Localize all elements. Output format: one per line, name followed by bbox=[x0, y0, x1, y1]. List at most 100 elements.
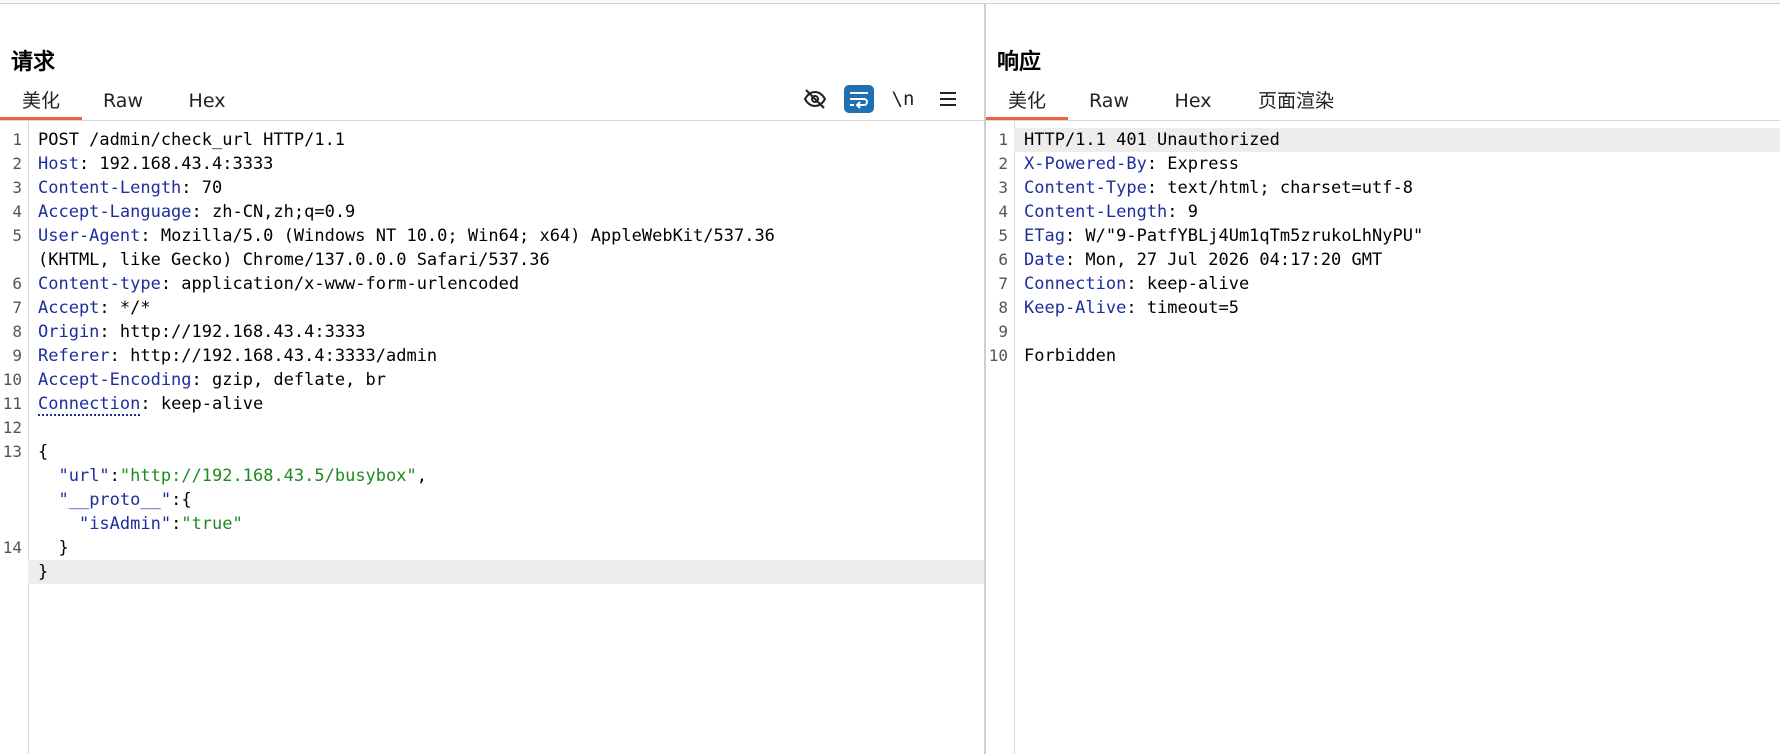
header-value: : gzip, deflate, br bbox=[191, 370, 386, 390]
header-value: : 192.168.43.4:3333 bbox=[78, 154, 274, 174]
line-number: 13 bbox=[2, 442, 22, 461]
line-number: 5 bbox=[12, 226, 22, 245]
code-line[interactable]: 11 Connection: keep-alive bbox=[3, 392, 984, 416]
json-separator: : bbox=[171, 514, 182, 534]
header-key: Host bbox=[38, 154, 79, 174]
code-line[interactable]: 9 Referer: http://192.168.43.4:3333/admin bbox=[12, 344, 984, 368]
line-number: 10 bbox=[2, 370, 22, 389]
code-line[interactable]: 3 Content-Length: 70 bbox=[12, 176, 984, 200]
code-line[interactable]: 9 bbox=[998, 320, 1780, 344]
header-key: Connection bbox=[38, 394, 141, 416]
show-newlines-toggle[interactable]: \n bbox=[887, 84, 919, 114]
newline-label: \n bbox=[891, 88, 915, 110]
code-line[interactable]: 7 Accept: */* bbox=[12, 296, 984, 320]
hide-non-printable-icon[interactable] bbox=[799, 84, 831, 114]
json-separator: : bbox=[109, 466, 120, 486]
json-separator: : bbox=[171, 490, 182, 510]
code-line[interactable]: 14 } bbox=[3, 536, 984, 560]
line-number: 9 bbox=[12, 346, 22, 365]
word-wrap-icon[interactable] bbox=[844, 85, 874, 113]
code-line[interactable]: 3 Content-Type: text/html; charset=utf-8 bbox=[998, 176, 1780, 200]
request-tabs: 美化 Raw Hex bbox=[0, 82, 250, 120]
request-editor[interactable]: 1 POST /admin/check_url HTTP/1.1 2 Host: 19… bbox=[0, 121, 984, 754]
line-number: 1 bbox=[998, 130, 1008, 149]
line-number: 6 bbox=[12, 274, 22, 293]
response-tab-hex[interactable]: Hex bbox=[1150, 82, 1236, 120]
header-value: : keep-alive bbox=[140, 394, 264, 414]
line-number: 11 bbox=[2, 394, 22, 413]
header-key: Accept-Encoding bbox=[38, 370, 192, 390]
line-text: } bbox=[38, 562, 49, 582]
header-value: : http://192.168.43.4:3333 bbox=[99, 322, 366, 342]
header-value: : 9 bbox=[1167, 202, 1199, 222]
header-value: : keep-alive bbox=[1126, 274, 1250, 294]
line-number: 8 bbox=[998, 298, 1008, 317]
response-tab-render[interactable]: 页面渲染 bbox=[1236, 82, 1356, 120]
header-value: : Mon, 27 Jul 2026 04:17:20 GMT bbox=[1064, 250, 1383, 270]
code-line[interactable]: 5 User-Agent: Mozilla/5.0 (Windows NT 10.… bbox=[12, 224, 984, 248]
code-line[interactable]: 1 HTTP/1.1 401 Unauthorized bbox=[998, 128, 1780, 152]
header-key: Content-type bbox=[38, 274, 161, 294]
code-line[interactable]: "url":"http://192.168.43.5/busybox", bbox=[28, 464, 984, 488]
header-key: Keep-Alive bbox=[1024, 298, 1127, 318]
request-tab-hex[interactable]: Hex bbox=[164, 82, 250, 120]
code-line[interactable]: 4 Accept-Language: zh-CN,zh;q=0.9 bbox=[12, 200, 984, 224]
response-tab-raw[interactable]: Raw bbox=[1068, 82, 1150, 120]
header-value: : http://192.168.43.4:3333/admin bbox=[109, 346, 438, 366]
header-value: : zh-CN,zh;q=0.9 bbox=[191, 202, 356, 222]
code-line[interactable]: 2 Host: 192.168.43.4:3333 bbox=[12, 152, 984, 176]
response-pane: 响应 美化 Raw Hex 页面渲染 1 HTTP/1.1 401 Unautho… bbox=[986, 4, 1780, 754]
code-line[interactable]: 10 Forbidden bbox=[989, 344, 1780, 368]
line-text: } bbox=[38, 538, 69, 558]
request-code[interactable]: 1 POST /admin/check_url HTTP/1.1 2 Host: 19… bbox=[3, 128, 984, 584]
code-line[interactable]: 7 Connection: keep-alive bbox=[998, 272, 1780, 296]
request-tab-pretty[interactable]: 美化 bbox=[0, 82, 82, 120]
code-line[interactable]: (KHTML, like Gecko) Chrome/137.0.0.0 Saf… bbox=[28, 248, 984, 272]
request-tab-raw[interactable]: Raw bbox=[82, 82, 164, 120]
line-text: HTTP/1.1 401 Unauthorized bbox=[1024, 130, 1280, 150]
code-line[interactable]: "__proto__":{ bbox=[28, 488, 984, 512]
code-line[interactable]: 1 POST /admin/check_url HTTP/1.1 bbox=[12, 128, 984, 152]
code-line[interactable]: 2 X-Powered-By: Express bbox=[998, 152, 1780, 176]
line-number: 3 bbox=[12, 178, 22, 197]
code-line[interactable]: } bbox=[28, 560, 984, 584]
header-value: : W/"9-PatfYBLj4Um1qTm5zrukoLhNyPU" bbox=[1064, 226, 1424, 246]
header-key: Accept-Language bbox=[38, 202, 192, 222]
code-line[interactable]: "isAdmin":"true" bbox=[28, 512, 984, 536]
code-line[interactable]: 6 Content-type: application/x-www-form-ur… bbox=[12, 272, 984, 296]
line-number: 7 bbox=[998, 274, 1008, 293]
line-number: 2 bbox=[998, 154, 1008, 173]
line-number: 5 bbox=[998, 226, 1008, 245]
menu-icon[interactable] bbox=[932, 84, 964, 114]
header-value: : Express bbox=[1146, 154, 1239, 174]
code-line[interactable]: 8 Origin: http://192.168.43.4:3333 bbox=[12, 320, 984, 344]
code-line[interactable]: 5 ETag: W/"9-PatfYBLj4Um1qTm5zrukoLhNyPU" bbox=[998, 224, 1780, 248]
header-key: Date bbox=[1024, 250, 1065, 270]
header-key: Content-Length bbox=[38, 178, 182, 198]
line-text: POST /admin/check_url HTTP/1.1 bbox=[38, 130, 346, 150]
header-key: "url" bbox=[58, 466, 110, 486]
code-line[interactable]: 8 Keep-Alive: timeout=5 bbox=[998, 296, 1780, 320]
line-text: { bbox=[38, 442, 49, 462]
line-number: 1 bbox=[12, 130, 22, 149]
code-line[interactable]: 10 Accept-Encoding: gzip, deflate, br bbox=[3, 368, 984, 392]
response-code[interactable]: 1 HTTP/1.1 401 Unauthorized 2 X-Powered-By:… bbox=[989, 128, 1780, 368]
code-line[interactable]: 12 bbox=[3, 416, 984, 440]
code-line[interactable]: 13 { bbox=[3, 440, 984, 464]
header-value: : text/html; charset=utf-8 bbox=[1146, 178, 1413, 198]
line-number: 6 bbox=[998, 250, 1008, 269]
header-key: "__proto__" bbox=[58, 490, 172, 510]
response-title: 响应 bbox=[997, 50, 1042, 75]
code-line[interactable]: 4 Content-Length: 9 bbox=[998, 200, 1780, 224]
header-value: : timeout=5 bbox=[1126, 298, 1239, 318]
line-number: 10 bbox=[988, 346, 1008, 365]
json-string: "true" bbox=[181, 514, 243, 534]
code-line[interactable]: 6 Date: Mon, 27 Jul 2026 04:17:20 GMT bbox=[998, 248, 1780, 272]
request-editor-toolbar: \n bbox=[786, 84, 964, 114]
response-tab-pretty[interactable]: 美化 bbox=[986, 82, 1068, 120]
response-editor[interactable]: 1 HTTP/1.1 401 Unauthorized 2 X-Powered-By:… bbox=[986, 121, 1780, 754]
header-value: : Mozilla/5.0 (Windows NT 10.0; Win64; x… bbox=[140, 226, 775, 246]
